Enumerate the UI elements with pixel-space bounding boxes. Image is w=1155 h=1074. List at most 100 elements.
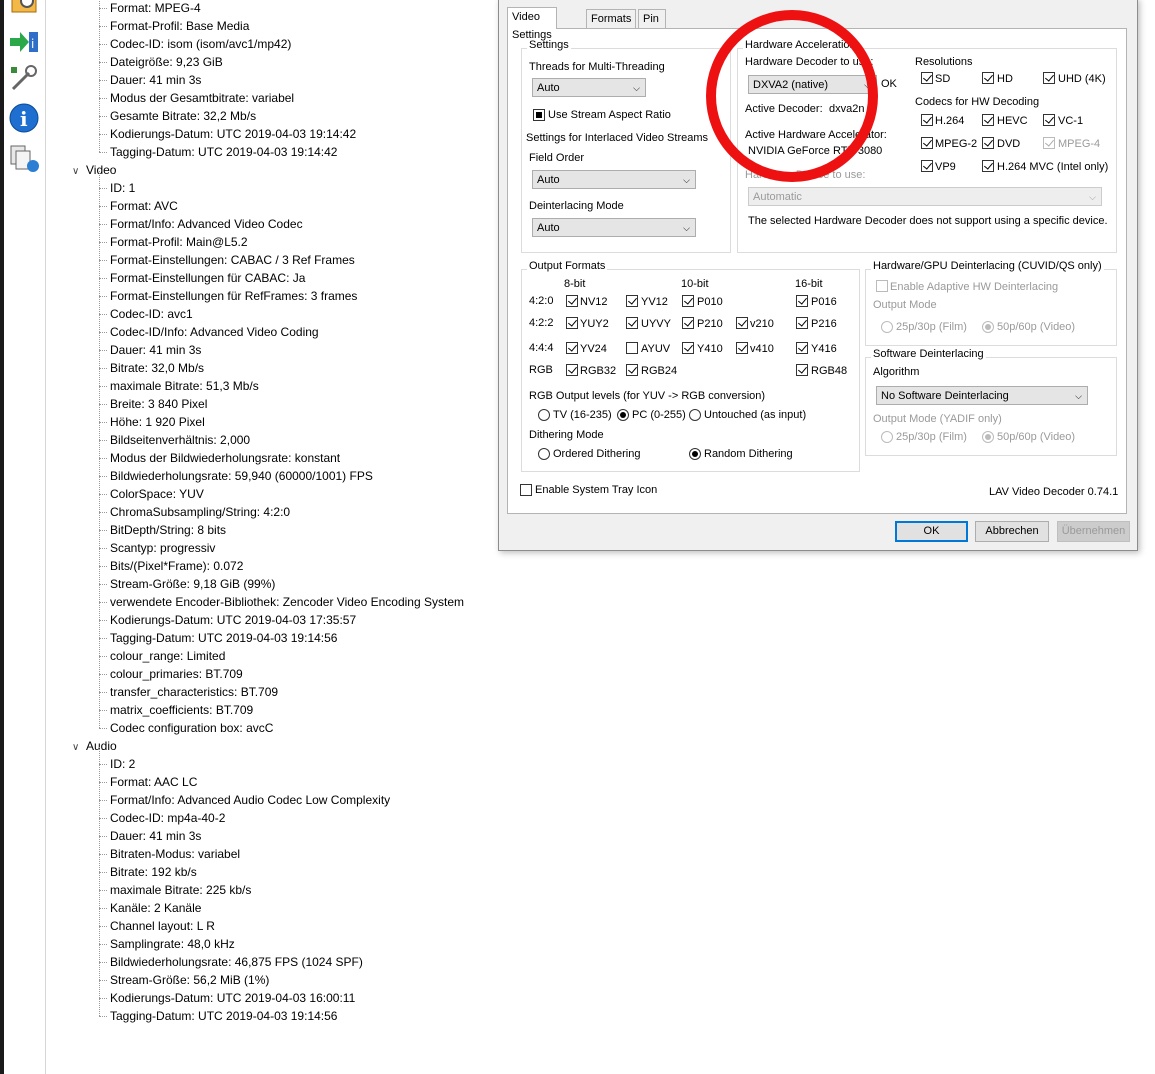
tree-item[interactable]: Codec configuration box: avcC: [110, 719, 273, 737]
tree-node-audio[interactable]: ∨ Audio: [72, 737, 117, 755]
codec-h264mvc-checkbox[interactable]: [982, 160, 994, 172]
fmt-rgb32-checkbox[interactable]: [566, 364, 578, 376]
hw-decoder-select[interactable]: DXVA2 (native) ⌵: [748, 75, 877, 94]
tree-item[interactable]: colour_primaries: BT.709: [110, 665, 243, 683]
tree-item[interactable]: Modus der Bildwiederholungsrate: konstan…: [110, 449, 340, 467]
export-info-icon[interactable]: i: [7, 26, 41, 58]
tree-item[interactable]: Format-Einstellungen für CABAC: Ja: [110, 269, 305, 287]
tree-item[interactable]: Bitraten-Modus: variabel: [110, 845, 240, 863]
tree-item[interactable]: Codec-ID/Info: Advanced Video Coding: [110, 323, 319, 341]
codec-mpeg2-checkbox[interactable]: [921, 137, 933, 149]
rgb-level-untouched-radio[interactable]: [689, 409, 701, 421]
settings-tools-icon[interactable]: [7, 63, 41, 95]
tree-item[interactable]: Scantyp: progressiv: [110, 539, 215, 557]
tab-pin-info[interactable]: Pin Info: [638, 9, 667, 43]
fmt-uyvy-checkbox[interactable]: [626, 317, 638, 329]
fmt-yv12-checkbox[interactable]: [626, 295, 638, 307]
tree-item[interactable]: Breite: 3 840 Pixel: [110, 395, 207, 413]
tree-item[interactable]: transfer_characteristics: BT.709: [110, 683, 278, 701]
chevron-down-icon[interactable]: ∨: [72, 739, 86, 757]
fmt-ayuv-checkbox[interactable]: [626, 342, 638, 354]
tree-item[interactable]: Bildwiederholungsrate: 46,875 FPS (1024 …: [110, 953, 363, 971]
res-sd-checkbox[interactable]: [921, 72, 933, 84]
rgb-level-tv-radio[interactable]: [538, 409, 550, 421]
threads-select[interactable]: Auto ⌵: [532, 78, 646, 97]
tree-item[interactable]: matrix_coefficients: BT.709: [110, 701, 253, 719]
tree-item[interactable]: Format-Einstellungen: CABAC / 3 Ref Fram…: [110, 251, 355, 269]
tree-item[interactable]: Format: AVC: [110, 197, 178, 215]
tree-item[interactable]: Format-Profil: Main@L5.2: [110, 233, 248, 251]
fmt-p010-checkbox[interactable]: [682, 295, 694, 307]
sw-algorithm-select[interactable]: No Software Deinterlacing ⌵: [876, 386, 1088, 405]
fmt-y410-checkbox[interactable]: [682, 342, 694, 354]
codec-hevc-checkbox[interactable]: [982, 114, 994, 126]
tree-item[interactable]: Kodierungs-Datum: UTC 2019-04-03 17:35:5…: [110, 611, 356, 629]
apply-button[interactable]: Übernehmen: [1057, 521, 1130, 542]
sw-video-radio[interactable]: [982, 431, 994, 443]
codec-h264-checkbox[interactable]: [921, 114, 933, 126]
ok-button[interactable]: OK: [895, 521, 968, 542]
tree-item[interactable]: Modus der Gesamtbitrate: variabel: [110, 89, 294, 107]
fmt-v410-checkbox[interactable]: [736, 342, 748, 354]
tree-item[interactable]: Codec-ID: isom (isom/avc1/mp42): [110, 35, 291, 53]
hw-adaptive-checkbox[interactable]: [876, 280, 888, 292]
tree-item[interactable]: Kodierungs-Datum: UTC 2019-04-03 16:00:1…: [110, 989, 355, 1007]
tree-item[interactable]: Dauer: 41 min 3s: [110, 827, 201, 845]
fmt-rgb24-checkbox[interactable]: [626, 364, 638, 376]
system-tray-checkbox[interactable]: [520, 484, 532, 496]
tree-item[interactable]: maximale Bitrate: 51,3 Mb/s: [110, 377, 259, 395]
codec-vp9-checkbox[interactable]: [921, 160, 933, 172]
res-hd-checkbox[interactable]: [982, 72, 994, 84]
open-file-icon[interactable]: [7, 0, 41, 18]
tab-video-settings[interactable]: Video Settings: [507, 7, 557, 41]
tree-item[interactable]: verwendete Encoder-Bibliothek: Zencoder …: [110, 593, 464, 611]
tree-item[interactable]: Bitrate: 32,0 Mb/s: [110, 359, 204, 377]
tree-item[interactable]: Channel layout: L R: [110, 917, 215, 935]
tree-item[interactable]: ChromaSubsampling/String: 4:2:0: [110, 503, 290, 521]
tree-item[interactable]: Gesamte Bitrate: 32,2 Mb/s: [110, 107, 256, 125]
tree-item[interactable]: Tagging-Datum: UTC 2019-04-03 19:14:56: [110, 629, 337, 647]
fmt-p210-checkbox[interactable]: [682, 317, 694, 329]
codec-mpeg4-checkbox[interactable]: [1043, 137, 1055, 149]
fmt-p216-checkbox[interactable]: [796, 317, 808, 329]
tree-item[interactable]: Bits/(Pixel*Frame): 0.072: [110, 557, 243, 575]
tab-formats[interactable]: Formats: [586, 9, 637, 28]
tree-item[interactable]: Dauer: 41 min 3s: [110, 341, 201, 359]
tree-item[interactable]: Format/Info: Advanced Video Codec: [110, 215, 303, 233]
codec-dvd-checkbox[interactable]: [982, 137, 994, 149]
deint-mode-select[interactable]: Auto ⌵: [532, 218, 696, 237]
tree-item[interactable]: Stream-Größe: 9,18 GiB (99%): [110, 575, 275, 593]
fmt-p016-checkbox[interactable]: [796, 295, 808, 307]
about-info-icon[interactable]: i: [7, 102, 41, 134]
fmt-rgb48-checkbox[interactable]: [796, 364, 808, 376]
hw-video-radio[interactable]: [982, 321, 994, 333]
tree-item[interactable]: Format-Profil: Base Media: [110, 17, 249, 35]
field-order-select[interactable]: Auto ⌵: [532, 170, 696, 189]
tree-item[interactable]: Codec-ID: avc1: [110, 305, 193, 323]
sw-film-radio[interactable]: [881, 431, 893, 443]
hw-film-radio[interactable]: [881, 321, 893, 333]
fmt-yuy2-checkbox[interactable]: [566, 317, 578, 329]
tree-item[interactable]: Dateigröße: 9,23 GiB: [110, 53, 223, 71]
fmt-nv12-checkbox[interactable]: [566, 295, 578, 307]
tree-item[interactable]: Codec-ID: mp4a-40-2: [110, 809, 225, 827]
hw-device-select[interactable]: Automatic ⌵: [748, 187, 1102, 206]
tree-item[interactable]: Format: AAC LC: [110, 773, 197, 791]
fmt-y416-checkbox[interactable]: [796, 342, 808, 354]
tree-item[interactable]: Stream-Größe: 56,2 MiB (1%): [110, 971, 269, 989]
codec-vc1-checkbox[interactable]: [1043, 114, 1055, 126]
tree-item[interactable]: Bildwiederholungsrate: 59,940 (60000/100…: [110, 467, 373, 485]
tree-item[interactable]: Samplingrate: 48,0 kHz: [110, 935, 235, 953]
tree-item[interactable]: Kodierungs-Datum: UTC 2019-04-03 19:14:4…: [110, 125, 356, 143]
tree-item[interactable]: BitDepth/String: 8 bits: [110, 521, 226, 539]
chevron-down-icon[interactable]: ∨: [72, 163, 86, 181]
tree-item[interactable]: ID: 2: [110, 755, 135, 773]
stream-aspect-checkbox[interactable]: [533, 109, 545, 121]
copy-web-icon[interactable]: [7, 142, 41, 174]
tree-item[interactable]: Format/Info: Advanced Audio Codec Low Co…: [110, 791, 390, 809]
rgb-level-pc-radio[interactable]: [617, 409, 629, 421]
dither-ordered-radio[interactable]: [538, 448, 550, 460]
tree-item[interactable]: maximale Bitrate: 225 kb/s: [110, 881, 251, 899]
tree-item[interactable]: colour_range: Limited: [110, 647, 225, 665]
fmt-yv24-checkbox[interactable]: [566, 342, 578, 354]
